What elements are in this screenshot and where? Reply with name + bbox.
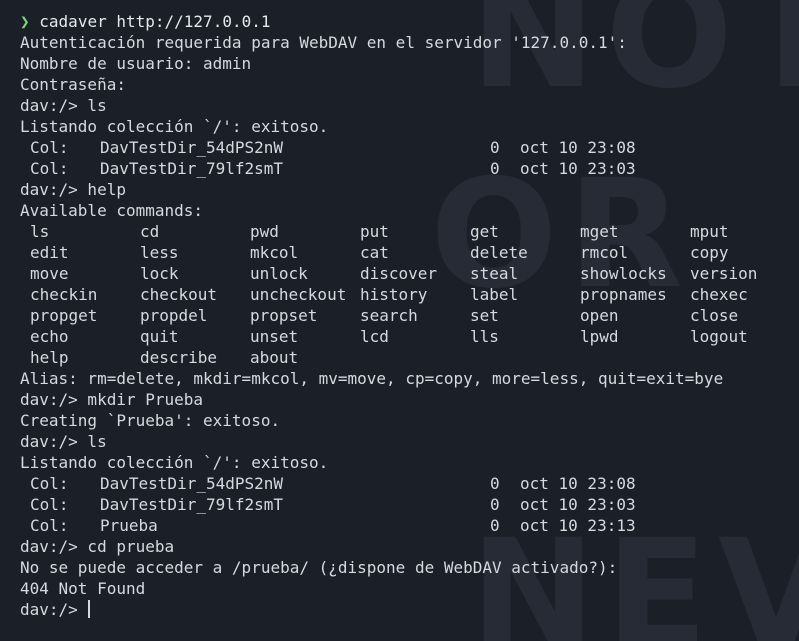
alias-line: Alias: rm=delete, mkdir=mkcol, mv=move, … [20,369,724,388]
mkdir-result: Creating `Prueba': exitoso. [20,411,281,430]
command-name: chexec [690,285,748,304]
shell-command-url: http://127.0.0.1 [116,12,271,31]
listing-message-2: Listando colección `/': exitoso. [20,453,329,472]
command-name: logout [690,327,748,346]
entry-date: oct 10 23:08 [520,138,636,157]
command-name: propnames [580,285,667,304]
entry-type: Col: [30,159,69,178]
cd-error-message: No se puede acceder a /prueba/ (¿dispone… [20,558,618,577]
entry-date: oct 10 23:13 [520,516,636,535]
command-name: steal [470,264,519,283]
command-name: lls [470,327,499,346]
entry-size: 0 [490,138,500,157]
auth-required-message: Autenticación requerida para WebDAV en e… [20,33,627,52]
command-name: version [690,264,758,283]
command-name: close [690,306,739,325]
command-name: lock [140,264,179,283]
entry-name: DavTestDir_79lf2smT [100,495,284,514]
password-line: Contraseña: [20,75,126,94]
command-name: cd [140,222,160,241]
command-name: describe [140,348,218,367]
entry-name: DavTestDir_54dPS2nW [100,138,284,157]
prompt-chevron-icon: ❯ [20,12,30,31]
command-name: rmcol [580,243,629,262]
listing-row: Col: DavTestDir_79lf2smT 0 oct 10 23:03 [20,494,799,515]
dav-prompt-ls-2: dav:/> ls [20,432,107,451]
command-name: set [470,306,499,325]
command-name: mkcol [250,243,299,262]
command-name: checkout [140,285,218,304]
command-name: lcd [360,327,389,346]
http-status-line: 404 Not Found [20,579,146,598]
entry-size: 0 [490,495,500,514]
dav-prompt-current[interactable]: dav:/> [20,599,799,620]
command-name: open [580,306,619,325]
entry-size: 0 [490,474,500,493]
command-name: quit [140,327,179,346]
username-line: Nombre de usuario: admin [20,54,252,73]
listing-2: Col: DavTestDir_54dPS2nW 0 oct 10 23:08 Col:… [20,473,799,536]
command-name: discover [360,264,438,283]
shell-command-line: ❯ cadaver http://127.0.0.1 [20,11,799,32]
entry-name: Prueba [100,516,158,535]
entry-type: Col: [30,516,69,535]
available-commands-title: Available commands: [20,201,204,220]
dav-prompt-ls-1: dav:/> ls [20,96,107,115]
command-name: ls [30,222,50,241]
command-name: showlocks [580,264,667,283]
entry-type: Col: [30,138,69,157]
command-name: checkin [30,285,98,304]
dav-prompt-help: dav:/> help [20,180,126,199]
entry-date: oct 10 23:08 [520,474,636,493]
command-name: history [360,285,428,304]
entry-date: oct 10 23:03 [520,495,636,514]
command-name: put [360,222,389,241]
entry-name: DavTestDir_79lf2smT [100,159,284,178]
current-prompt-text: dav:/> [20,600,88,619]
command-name: mget [580,222,619,241]
text-cursor [88,600,91,618]
listing-row: Col: DavTestDir_54dPS2nW 0 oct 10 23:08 [20,137,799,158]
shell-command: cadaver [39,12,107,31]
command-name: delete [470,243,528,262]
command-name: search [360,306,418,325]
listing-row: Col: Prueba 0 oct 10 23:13 [20,515,799,536]
command-name: uncheckout [250,285,347,304]
command-name: label [470,285,519,304]
commands-grid: ls cd pwd put get mget mput edit less mkcol cat del… [20,221,799,368]
listing-message-1: Listando colección `/': exitoso. [20,117,329,136]
command-name: unset [250,327,299,346]
listing-row: Col: DavTestDir_79lf2smT 0 oct 10 23:03 [20,158,799,179]
command-name: unlock [250,264,308,283]
dav-prompt-mkdir: dav:/> mkdir Prueba [20,390,204,409]
entry-date: oct 10 23:03 [520,159,636,178]
command-name: lpwd [580,327,619,346]
command-name: cat [360,243,389,262]
command-name: get [470,222,499,241]
dav-prompt-cd: dav:/> cd prueba [20,537,175,556]
command-name: help [30,348,69,367]
command-name: less [140,243,179,262]
command-name: propdel [140,306,208,325]
entry-size: 0 [490,516,500,535]
command-name: edit [30,243,69,262]
command-name: propset [250,306,318,325]
entry-name: DavTestDir_54dPS2nW [100,474,284,493]
command-name: about [250,348,299,367]
command-name: pwd [250,222,279,241]
listing-1: Col: DavTestDir_54dPS2nW 0 oct 10 23:08 Col:… [20,137,799,179]
command-name: echo [30,327,69,346]
command-name: move [30,264,69,283]
terminal-output[interactable]: ❯ cadaver http://127.0.0.1 Autenticación… [20,11,799,620]
command-name: copy [690,243,729,262]
command-name: propget [30,306,98,325]
entry-type: Col: [30,495,69,514]
entry-type: Col: [30,474,69,493]
entry-size: 0 [490,159,500,178]
listing-row: Col: DavTestDir_54dPS2nW 0 oct 10 23:08 [20,473,799,494]
command-name: mput [690,222,729,241]
